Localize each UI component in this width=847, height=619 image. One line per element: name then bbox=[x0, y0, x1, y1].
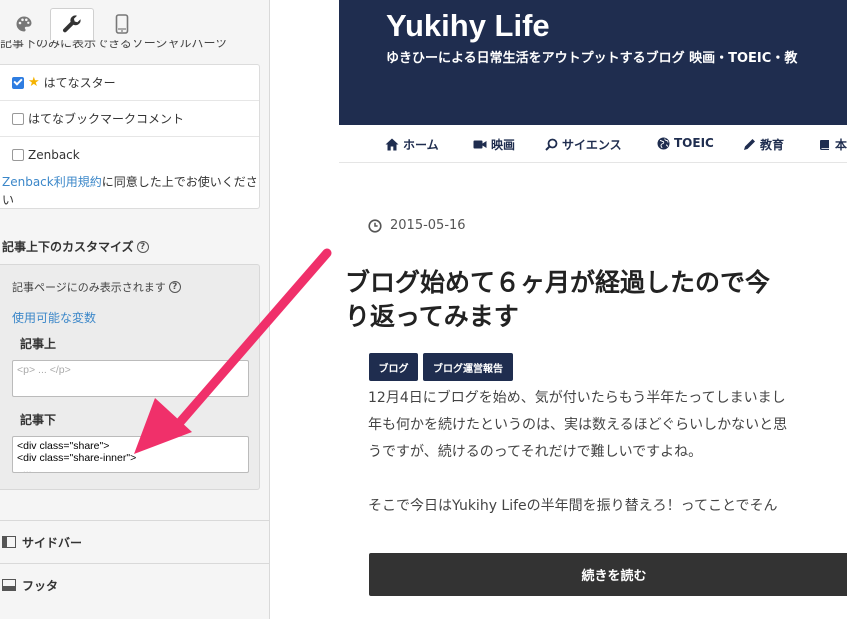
globe-icon bbox=[657, 137, 670, 149]
social-parts-heading: 記事下のみに表示できるソーシャルパーツ bbox=[0, 40, 228, 50]
video-camera-icon bbox=[473, 140, 487, 149]
nav-item-toeic[interactable]: TOEIC bbox=[657, 136, 714, 150]
post-date: 2015-05-16 bbox=[368, 218, 466, 233]
post-line: うですが、続けるのってそれだけで難しいですよね。 bbox=[368, 444, 703, 460]
book-icon bbox=[820, 139, 829, 150]
blog-title[interactable]: Yukihy Life bbox=[386, 8, 550, 44]
checkbox-zenback[interactable] bbox=[12, 149, 24, 161]
nav-label: TOEIC bbox=[674, 136, 714, 150]
wrench-icon bbox=[63, 14, 81, 32]
custom-note: 記事ページにのみ表示されます ? bbox=[12, 279, 181, 295]
variables-link[interactable]: 使用可能な変数 bbox=[12, 309, 96, 326]
sidebar-section-row[interactable]: サイドバー bbox=[0, 520, 269, 563]
post-paragraph: そこで今日はYukihy Lifeの半年間を振り替えろ！ってことでそん bbox=[368, 493, 847, 520]
nav-label: 本 bbox=[835, 138, 847, 152]
post-line: 12月4日にブログを始め、気が付いたらもう半年たってしまいまし bbox=[368, 390, 786, 406]
nav-item-movie[interactable]: 映画 bbox=[473, 136, 515, 153]
settings-scroll-area[interactable]: 記事下のみに表示できるソーシャルパーツ ★ はてなスター はてなブックマークコメ… bbox=[0, 40, 269, 619]
blog-description: ゆきひーによる日常生活をアウトプットするブログ 映画・TOEIC・教 bbox=[386, 51, 798, 66]
sidebar-layout-icon bbox=[2, 536, 16, 548]
post-title-line: り返ってみます bbox=[345, 302, 519, 331]
above-article-label: 記事上 bbox=[20, 337, 57, 351]
category-badge-blog[interactable]: ブログ bbox=[369, 353, 418, 381]
option-label: Zenback bbox=[28, 148, 80, 162]
below-article-label: 記事下 bbox=[20, 413, 57, 427]
tab-mobile[interactable] bbox=[100, 8, 144, 40]
clock-icon bbox=[368, 218, 382, 233]
blog-nav: ホーム 映画 サイエンス TOEIC 教育 本 bbox=[339, 125, 847, 163]
nav-item-home[interactable]: ホーム bbox=[385, 136, 439, 153]
option-label: はてなスター bbox=[43, 76, 116, 90]
option-hatena-bookmark-comment[interactable]: はてなブックマークコメント bbox=[0, 101, 259, 137]
nav-item-science[interactable]: サイエンス bbox=[545, 136, 622, 153]
social-parts-box: ★ はてなスター はてなブックマークコメント Zenback Zenback利用… bbox=[0, 64, 260, 209]
nav-label: 教育 bbox=[760, 138, 785, 152]
sidebar-section-label: サイドバー bbox=[22, 535, 83, 550]
checkbox-hatena-bookmark[interactable] bbox=[12, 112, 24, 125]
post-paragraph: 12月4日にブログを始め、気が付いたらもう半年たってしまいまし 年も何かを続けた… bbox=[368, 385, 847, 466]
option-label: はてなブックマークコメント bbox=[28, 112, 185, 126]
settings-panel: 記事下のみに表示できるソーシャルパーツ ★ はてなスター はてなブックマークコメ… bbox=[0, 0, 270, 619]
footer-layout-icon bbox=[2, 579, 16, 591]
help-icon[interactable]: ? bbox=[136, 240, 149, 253]
blog-header: Yukihy Life ゆきひーによる日常生活をアウトプットするブログ 映画・T… bbox=[339, 0, 847, 125]
category-badge-blog-report[interactable]: ブログ運営報告 bbox=[423, 353, 513, 381]
post-title-line: ブログ始めて６ヶ月が経過したので今 bbox=[345, 268, 771, 297]
post-line: そこで今日はYukihy Lifeの半年間を振り替えろ！ってことでそん bbox=[368, 498, 778, 514]
tab-design[interactable] bbox=[2, 8, 46, 40]
nav-label: 映画 bbox=[491, 138, 516, 152]
checkbox-hatena-star[interactable] bbox=[12, 76, 24, 89]
smartphone-icon bbox=[115, 14, 129, 34]
post-excerpt: 12月4日にブログを始め、気が付いたらもう半年たってしまいまし 年も何かを続けた… bbox=[368, 385, 847, 547]
nav-label: ホーム bbox=[403, 138, 439, 152]
nav-label: サイエンス bbox=[562, 138, 622, 152]
custom-section-title-text: 記事上下のカスタマイズ bbox=[2, 240, 134, 254]
nav-item-education[interactable]: 教育 bbox=[743, 136, 784, 153]
blog-preview: Yukihy Life ゆきひーによる日常生活をアウトプットするブログ 映画・T… bbox=[271, 0, 847, 619]
footer-section-row[interactable]: フッタ bbox=[0, 563, 269, 606]
settings-tab-bar bbox=[0, 0, 269, 40]
star-icon: ★ bbox=[28, 75, 40, 90]
custom-html-box: 記事ページにのみ表示されます ? 使用可能な変数 記事上 記事下 <div cl… bbox=[0, 264, 260, 490]
pencil-icon bbox=[744, 139, 755, 150]
post-title[interactable]: ブログ始めて６ヶ月が経過したので今 り返ってみます bbox=[345, 266, 847, 334]
zenback-notice: Zenback利用規約に同意した上でお使いください bbox=[0, 173, 259, 209]
custom-note-text: 記事ページにのみ表示されます bbox=[12, 281, 166, 294]
read-more-button[interactable]: 続きを読む bbox=[369, 553, 847, 596]
above-article-textarea[interactable] bbox=[12, 360, 249, 397]
custom-section-title: 記事上下のカスタマイズ ? bbox=[2, 238, 149, 255]
option-hatena-star[interactable]: ★ はてなスター bbox=[0, 65, 259, 101]
home-icon bbox=[385, 138, 399, 151]
post-date-text: 2015-05-16 bbox=[390, 218, 466, 233]
footer-section-label: フッタ bbox=[22, 578, 59, 593]
below-article-textarea[interactable]: <div class="share"> <div class="share-in… bbox=[12, 436, 249, 473]
tab-settings[interactable] bbox=[50, 8, 94, 40]
help-icon[interactable]: ? bbox=[168, 281, 181, 293]
palette-icon bbox=[16, 16, 32, 32]
option-zenback[interactable]: Zenback bbox=[0, 137, 259, 173]
nav-item-books[interactable]: 本 bbox=[819, 136, 847, 153]
post-line: 年も何かを続けたというのは、実は数えるほどぐらいしかないと思 bbox=[368, 417, 788, 433]
search-icon bbox=[545, 138, 558, 151]
zenback-terms-link[interactable]: Zenback利用規約 bbox=[2, 175, 102, 189]
